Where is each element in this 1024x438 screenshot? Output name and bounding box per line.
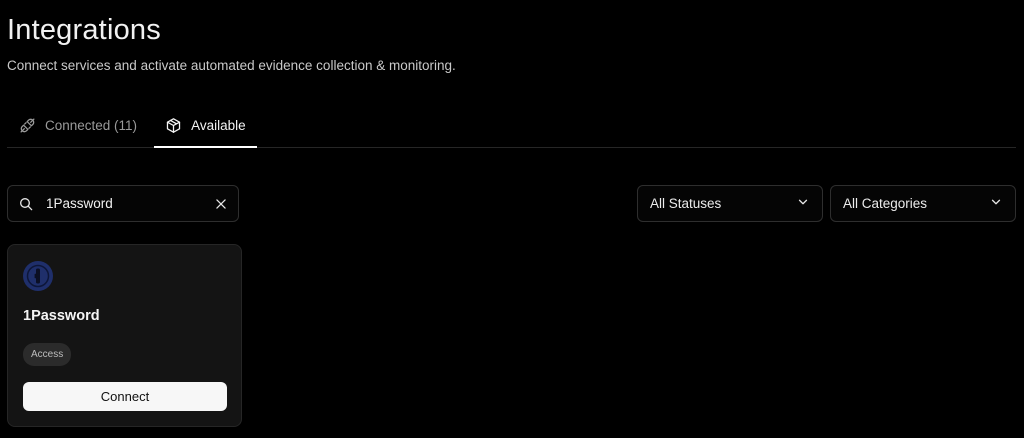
tab-available-label: Available (191, 118, 246, 133)
connect-button[interactable]: Connect (23, 382, 227, 411)
tab-bar: Connected (11) Available (7, 104, 1016, 148)
category-filter-value: All Categories (843, 196, 928, 211)
category-badge: Access (23, 343, 72, 366)
category-filter-select[interactable]: All Categories (830, 185, 1016, 222)
1password-logo-icon (23, 261, 53, 291)
chevron-down-icon (796, 195, 810, 212)
package-icon (165, 117, 182, 134)
search-box (7, 185, 239, 222)
page-subtitle: Connect services and activate automated … (7, 58, 456, 73)
search-input[interactable] (46, 196, 214, 211)
integration-name: 1Password (23, 308, 100, 324)
status-filter-select[interactable]: All Statuses (637, 185, 823, 222)
integrations-page: Integrations Connect services and activa… (0, 0, 1024, 438)
tab-connected[interactable]: Connected (11) (7, 104, 148, 147)
search-icon (18, 196, 34, 212)
clear-search-icon[interactable] (214, 197, 228, 211)
tab-connected-label: Connected (11) (45, 118, 138, 133)
tab-available[interactable]: Available (154, 104, 257, 148)
integration-card: 1Password Access Connect (7, 244, 242, 427)
plug-icon (19, 117, 36, 134)
page-title: Integrations (7, 14, 161, 46)
status-filter-value: All Statuses (650, 196, 722, 211)
chevron-down-icon (989, 195, 1003, 212)
